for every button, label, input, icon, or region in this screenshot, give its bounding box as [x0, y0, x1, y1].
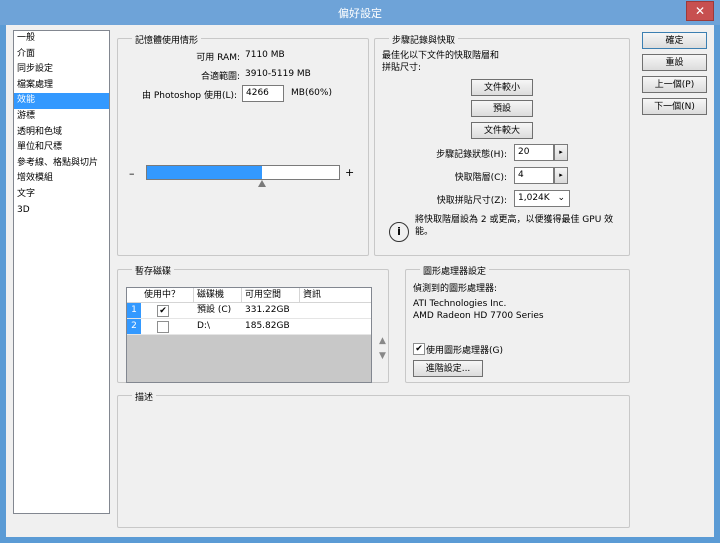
gpu-settings-group: 圖形處理器設定 偵測到的圖形處理器: ATI Technologies Inc.…	[405, 264, 630, 383]
photoshop-use-label: 由 Photoshop 使用(L):	[142, 91, 238, 101]
history-states-label: 步驟記錄狀態(H):	[436, 150, 507, 160]
category-item[interactable]: 單位和尺標	[14, 140, 109, 156]
history-states-input[interactable]: 20	[514, 144, 554, 161]
cache-tile-size-label: 快取拼貼尺寸(Z):	[436, 196, 507, 206]
drive-cell: D:\	[197, 321, 210, 331]
check-icon: ✔	[159, 306, 167, 316]
category-item[interactable]: 效能	[14, 93, 109, 109]
gpu-settings-title: 圖形處理器設定	[420, 264, 490, 277]
scratch-table-header: 使用中？ 磁碟機 可用空間 資訊	[127, 288, 371, 303]
category-item[interactable]: 文字	[14, 187, 109, 203]
history-cache-group: 步驟記錄與快取 最佳化以下文件的快取階層和 拼貼尺寸: 文件較小 預設 文件較大…	[374, 33, 630, 256]
free-space-cell: 331.22GB	[245, 305, 290, 315]
memory-slider-fill	[147, 166, 262, 179]
category-item[interactable]: 檔案處理	[14, 78, 109, 94]
description-title: 描述	[132, 390, 157, 403]
scratch-disks-title: 暫存磁碟	[132, 264, 175, 277]
ideal-range-label: 合適範圍:	[200, 72, 240, 82]
use-gpu-checkbox[interactable]: ✔	[413, 343, 425, 355]
default-cache-button[interactable]: 預設	[471, 100, 533, 117]
gpu-model: AMD Radeon HD 7700 Series	[413, 311, 544, 321]
ok-button[interactable]: 確定	[642, 32, 707, 49]
smaller-documents-button[interactable]: 文件較小	[471, 79, 533, 96]
ideal-range-value: 3910-5119 MB	[245, 69, 311, 79]
gpu-performance-note: 將快取階層設為 2 或更高，以便獲得最佳 GPU 效能。	[415, 215, 614, 237]
move-down-icon[interactable]: ▼	[379, 351, 386, 361]
row-number: 1	[127, 303, 141, 318]
scratch-active-checkbox[interactable]: ✔	[157, 305, 169, 317]
check-icon: ✔	[415, 344, 423, 354]
history-cache-title: 步驟記錄與快取	[389, 33, 459, 46]
dialog-client: 一般 介面 同步設定 檔案處理 效能 游標 透明和色域 單位和尺標 參考線、格點與切片 增效模組文…	[6, 25, 714, 537]
drive-cell: 預設 (C)	[197, 305, 232, 315]
category-item[interactable]: 同步設定	[14, 62, 109, 78]
header-active: 使用中？	[141, 288, 194, 302]
category-item[interactable]: 透明和色域	[14, 125, 109, 141]
category-item[interactable]: 介面	[14, 47, 109, 63]
gpu-vendor: ATI Technologies Inc.	[413, 299, 507, 309]
memory-slider[interactable]	[146, 165, 340, 180]
category-item[interactable]: 游標	[14, 109, 109, 125]
previous-button[interactable]: 上一個(P)	[642, 76, 707, 93]
category-item[interactable]: 增效模組	[14, 171, 109, 187]
scratch-disks-group: 暫存磁碟 使用中？ 磁碟機 可用空間 資訊 1 ✔ 預設 (C) 331.22G…	[117, 264, 389, 383]
cache-tile-size-select[interactable]: 1,024K ⌄	[514, 190, 570, 207]
memory-usage-group: 記憶體使用情形 可用 RAM: 7110 MB 合適範圍: 3910-5119 …	[117, 33, 369, 256]
memory-use-unit: MB(60%)	[291, 88, 332, 98]
close-icon[interactable]: ✕	[686, 1, 714, 21]
cache-description: 最佳化以下文件的快取階層和 拼貼尺寸:	[382, 51, 500, 73]
category-item[interactable]: 3D	[14, 203, 109, 219]
scratch-active-checkbox[interactable]	[157, 321, 169, 333]
slider-plus-icon: +	[345, 166, 355, 179]
category-item[interactable]: 參考線、格點與切片	[14, 156, 109, 172]
info-icon: i	[389, 222, 409, 242]
category-item[interactable]: 一般	[14, 31, 109, 47]
header-free-space: 可用空間	[242, 288, 300, 302]
category-list[interactable]: 一般 介面 同步設定 檔案處理 效能 游標 透明和色域 單位和尺標 參考線、格點與切片 增效模組文…	[13, 30, 110, 514]
larger-documents-button[interactable]: 文件較大	[471, 122, 533, 139]
available-ram-label: 可用 RAM:	[196, 53, 240, 63]
reset-button[interactable]: 重設	[642, 54, 707, 71]
move-up-icon[interactable]: ▲	[379, 336, 386, 346]
cache-levels-label: 快取階層(C):	[454, 173, 507, 183]
cache-levels-stepper-icon[interactable]: ▸	[554, 167, 568, 184]
chevron-down-icon: ⌄	[557, 193, 565, 203]
table-row[interactable]: 1 ✔ 預設 (C) 331.22GB	[127, 303, 371, 319]
next-button[interactable]: 下一個(N)	[642, 98, 707, 115]
detected-gpu-label: 偵測到的圖形處理器:	[413, 284, 498, 294]
title-bar: 偏好設定 ✕	[0, 0, 720, 25]
history-states-stepper-icon[interactable]: ▸	[554, 144, 568, 161]
window-title: 偏好設定	[338, 7, 382, 20]
memory-usage-title: 記憶體使用情形	[132, 33, 202, 46]
memory-slider-thumb[interactable]	[258, 180, 266, 187]
table-row[interactable]: 2 D:\ 185.82GB	[127, 319, 371, 335]
header-info: 資訊	[303, 290, 322, 300]
cache-levels-input[interactable]: 4	[514, 167, 554, 184]
free-space-cell: 185.82GB	[245, 321, 290, 331]
use-gpu-label: 使用圖形處理器(G)	[426, 346, 503, 356]
cache-tile-size-value: 1,024K	[518, 193, 550, 203]
available-ram-value: 7110 MB	[245, 50, 285, 60]
header-drive: 磁碟機	[194, 288, 242, 302]
description-group: 描述	[117, 390, 630, 528]
row-number: 2	[127, 319, 141, 334]
slider-minus-icon: –	[129, 167, 135, 180]
memory-use-input[interactable]: 4266	[242, 85, 284, 102]
scratch-disks-table[interactable]: 使用中？ 磁碟機 可用空間 資訊 1 ✔ 預設 (C) 331.22GB 2 D…	[126, 287, 372, 383]
advanced-settings-button[interactable]: 進階設定...	[413, 360, 483, 377]
